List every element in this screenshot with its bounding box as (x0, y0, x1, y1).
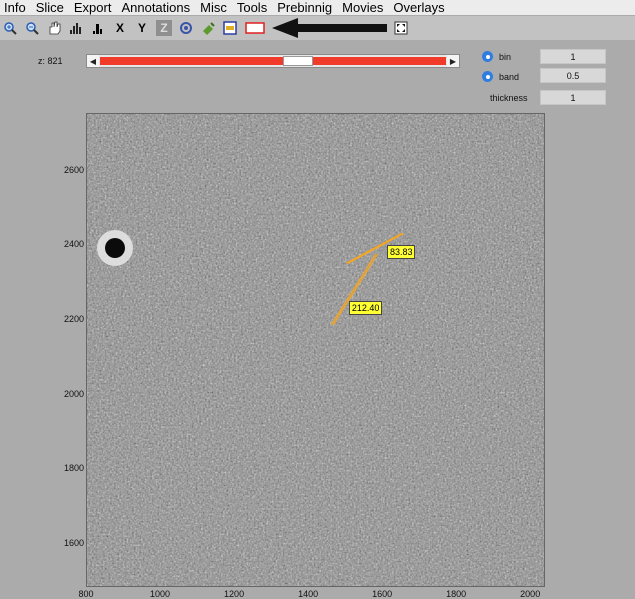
pan-hand-icon[interactable] (46, 20, 62, 36)
zoom-in-icon[interactable] (2, 20, 18, 36)
x-tick-label: 800 (78, 589, 94, 599)
band-field[interactable]: 0.5 (540, 68, 606, 83)
x-tick-label: 1200 (224, 589, 245, 599)
menu-annotations[interactable]: Annotations (117, 0, 196, 15)
measurement-label[interactable]: 212.40 (348, 301, 383, 316)
rectangle-select-icon[interactable] (244, 20, 266, 36)
y-tick-label: 2600 (63, 164, 84, 175)
slider-thumb[interactable] (283, 56, 314, 66)
x-tick-label: 2000 (520, 589, 541, 599)
histogram-mode-icon[interactable] (90, 20, 106, 36)
fit-screen-icon[interactable] (393, 20, 409, 36)
z-slice-slider[interactable]: ◀ ▶ (86, 54, 460, 68)
menu-bar: Info Slice Export Annotations Misc Tools Prebi… (0, 0, 635, 15)
x-tick-label: 1400 (298, 589, 319, 599)
menu-prebinnig[interactable]: Prebinnig (273, 0, 338, 15)
bin-label: bin (499, 51, 512, 62)
menu-slice[interactable]: Slice (32, 0, 70, 15)
y-tick-label: 2000 (63, 388, 84, 399)
y-axis-button[interactable]: Y (134, 20, 150, 36)
thickness-label: thickness (490, 93, 528, 103)
tomogram-canvas (87, 114, 544, 586)
measurement-label[interactable]: 83.83 (386, 245, 416, 260)
y-tick-label: 2400 (63, 239, 84, 250)
menu-info[interactable]: Info (0, 0, 32, 15)
z-axis-button[interactable]: Z (156, 20, 172, 36)
menu-overlays[interactable]: Overlays (389, 0, 450, 15)
histogram-icon[interactable] (68, 20, 84, 36)
menu-export[interactable]: Export (70, 0, 118, 15)
thickness-field[interactable]: 1 (540, 90, 606, 105)
y-tick-label: 2200 (63, 314, 84, 325)
z-slice-label: z: 821 (38, 56, 63, 66)
toolbar: X Y Z (0, 16, 635, 40)
x-tick-label: 1600 (372, 589, 393, 599)
zoom-out-icon[interactable] (24, 20, 40, 36)
bin-field[interactable]: 1 (540, 49, 606, 64)
rotate-icon[interactable] (178, 20, 194, 36)
band-radio-row[interactable]: band (482, 71, 519, 82)
x-tick-label: 1800 (446, 589, 467, 599)
menu-tools[interactable]: Tools (233, 0, 273, 15)
x-tick-label: 1000 (150, 589, 171, 599)
wand-icon[interactable] (200, 20, 216, 36)
menu-misc[interactable]: Misc (196, 0, 233, 15)
bin-radio[interactable] (482, 51, 493, 62)
y-tick-label: 1600 (63, 538, 84, 549)
slider-left-arrow-icon[interactable]: ◀ (87, 55, 99, 67)
pointer-arrow-overlay (272, 18, 387, 38)
tomogram-image[interactable] (86, 113, 545, 587)
band-radio[interactable] (482, 71, 493, 82)
menu-movies[interactable]: Movies (338, 0, 389, 15)
x-axis-button[interactable]: X (112, 20, 128, 36)
window-icon[interactable] (222, 20, 238, 36)
z-slice-value: 821 (47, 56, 63, 66)
y-tick-label: 1800 (63, 463, 84, 474)
band-label: band (499, 71, 520, 82)
gold-bead (97, 230, 133, 266)
slider-right-arrow-icon[interactable]: ▶ (447, 55, 459, 67)
slider-track[interactable] (100, 57, 446, 65)
bin-radio-row[interactable]: bin (482, 51, 511, 62)
